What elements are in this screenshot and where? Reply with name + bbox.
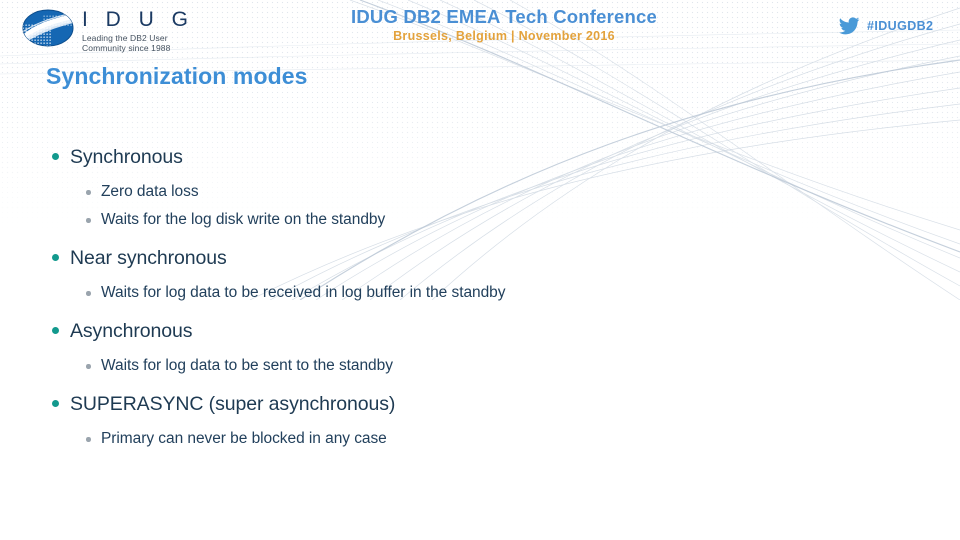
sub-bullet-label: Primary can never be blocked in any case — [101, 430, 387, 447]
sub-bullet-label: Waits for log data to be received in log… — [101, 284, 506, 301]
bullet-label: Asynchronous — [70, 320, 193, 342]
bullet-marker-icon — [52, 400, 59, 407]
idug-tagline-line-2: Community since 1988 — [82, 43, 171, 53]
bullet-label: Synchronous — [70, 146, 183, 168]
sub-bullet-label: Waits for log data to be sent to the sta… — [101, 357, 393, 374]
idug-logo: I D U G Leading the DB2 User Community s… — [22, 9, 194, 53]
conference-banner: IDUG DB2 EMEA Tech Conference Brussels, … — [348, 6, 660, 44]
bullet-marker-icon — [52, 327, 59, 334]
bullet-item: Near synchronous — [0, 245, 900, 273]
idug-globe-logo-icon — [22, 9, 74, 47]
sub-bullet-item: Zero data loss — [0, 181, 900, 205]
sub-bullet-item: Waits for log data to be sent to the sta… — [0, 355, 900, 379]
sub-bullet-marker-icon — [86, 190, 91, 195]
sub-bullet-label: Zero data loss — [101, 183, 199, 200]
idug-tagline-line-1: Leading the DB2 User — [82, 33, 168, 43]
idug-logo-text: I D U G Leading the DB2 User Community s… — [82, 9, 194, 53]
sub-bullet-label: Waits for the log disk write on the stan… — [101, 211, 386, 228]
sub-bullet-marker-icon — [86, 218, 91, 223]
sub-bullet-item: Waits for log data to be received in log… — [0, 282, 900, 306]
sub-bullet-marker-icon — [86, 291, 91, 296]
bullet-group: Synchronous Zero data loss Waits for the… — [0, 144, 900, 233]
bullet-group: Asynchronous Waits for log data to be se… — [0, 318, 900, 379]
twitter-bird-icon — [838, 17, 860, 35]
bullet-marker-icon — [52, 153, 59, 160]
bullet-label: Near synchronous — [70, 247, 227, 269]
sub-bullet-item: Waits for the log disk write on the stan… — [0, 209, 900, 233]
bullet-item: Asynchronous — [0, 318, 900, 346]
sub-bullet-marker-icon — [86, 437, 91, 442]
bullet-group: SUPERASYNC (super asynchronous) Primary … — [0, 391, 900, 452]
conference-subtitle: Brussels, Belgium | November 2016 — [393, 29, 615, 43]
bullet-item: Synchronous — [0, 144, 900, 172]
page-title: Synchronization modes — [46, 63, 308, 89]
bullet-label: SUPERASYNC (super asynchronous) — [70, 393, 396, 415]
conference-title: IDUG DB2 EMEA Tech Conference — [351, 6, 657, 27]
twitter-hashtag-block: #IDUGDB2 — [838, 17, 933, 35]
bullet-group: Near synchronous Waits for log data to b… — [0, 245, 900, 306]
slide-header: I D U G Leading the DB2 User Community s… — [0, 0, 960, 56]
bullet-list: Synchronous Zero data loss Waits for the… — [0, 144, 900, 452]
bullet-marker-icon — [52, 254, 59, 261]
sub-bullet-marker-icon — [86, 364, 91, 369]
sub-bullet-item: Primary can never be blocked in any case — [0, 428, 900, 452]
idug-wordmark: I D U G — [82, 8, 195, 31]
twitter-hashtag-label: #IDUGDB2 — [867, 19, 934, 33]
presentation-slide: I D U G Leading the DB2 User Community s… — [0, 0, 960, 540]
bullet-item: SUPERASYNC (super asynchronous) — [0, 391, 900, 419]
